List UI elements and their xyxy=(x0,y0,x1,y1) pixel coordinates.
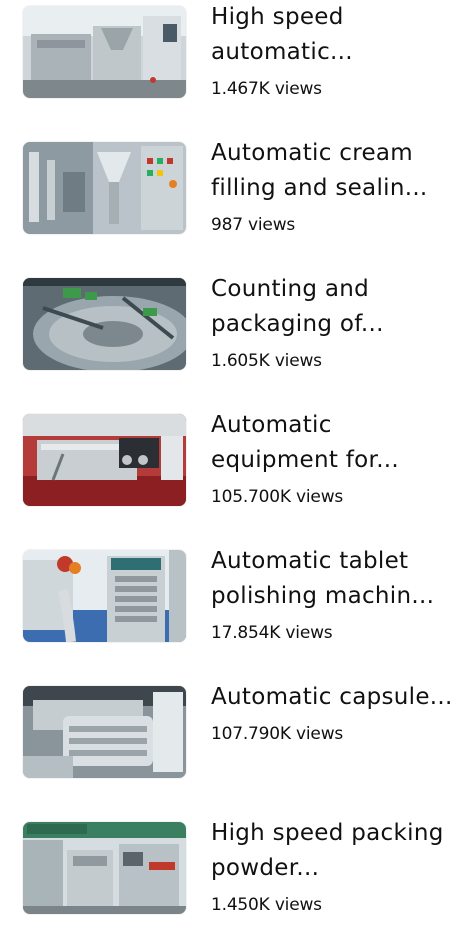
video-info-1: High speed automatic... 1.467K views xyxy=(211,0,457,100)
view-count-5: 17.854K views xyxy=(211,623,333,643)
video-info-7: High speed packing powder... 1.450K view… xyxy=(211,816,457,916)
video-item-2[interactable]: Automatic cream filling and sealin... 98… xyxy=(0,136,463,256)
video-list: High speed automatic... 1.467K views Aut… xyxy=(0,0,463,925)
video-item-6[interactable]: Automatic capsule... 107.790K views xyxy=(0,680,463,800)
video-title-5[interactable]: Automatic tablet polishing machin... xyxy=(211,544,457,614)
video-title-7[interactable]: High speed packing powder... xyxy=(211,816,457,886)
video-title-4[interactable]: Automatic equipment for... xyxy=(211,408,457,478)
video-item-4[interactable]: Automatic equipment for... 105.700K view… xyxy=(0,408,463,528)
video-info-5: Automatic tablet polishing machin... 17.… xyxy=(211,544,457,644)
video-item-1[interactable]: High speed automatic... 1.467K views xyxy=(0,0,463,120)
video-thumbnail-5[interactable] xyxy=(23,550,186,642)
video-title-3[interactable]: Counting and packaging of... xyxy=(211,272,457,342)
view-count-7: 1.450K views xyxy=(211,895,322,915)
video-thumbnail-1[interactable] xyxy=(23,6,186,98)
video-thumbnail-7[interactable] xyxy=(23,822,186,914)
view-count-2: 987 views xyxy=(211,215,296,235)
video-title-6[interactable]: Automatic capsule... xyxy=(211,680,457,715)
video-info-4: Automatic equipment for... 105.700K view… xyxy=(211,408,457,508)
video-info-2: Automatic cream filling and sealin... 98… xyxy=(211,136,457,236)
video-thumbnail-6[interactable] xyxy=(23,686,186,778)
video-thumbnail-3[interactable] xyxy=(23,278,186,370)
video-info-6: Automatic capsule... 107.790K views xyxy=(211,680,457,745)
view-count-3: 1.605K views xyxy=(211,351,322,371)
video-thumbnail-4[interactable] xyxy=(23,414,186,506)
view-count-6: 107.790K views xyxy=(211,724,344,744)
video-title-1[interactable]: High speed automatic... xyxy=(211,0,457,70)
view-count-4: 105.700K views xyxy=(211,487,344,507)
video-item-5[interactable]: Automatic tablet polishing machin... 17.… xyxy=(0,544,463,664)
video-title-2[interactable]: Automatic cream filling and sealin... xyxy=(211,136,457,206)
video-thumbnail-2[interactable] xyxy=(23,142,186,234)
video-info-3: Counting and packaging of... 1.605K view… xyxy=(211,272,457,372)
video-item-3[interactable]: Counting and packaging of... 1.605K view… xyxy=(0,272,463,392)
view-count-1: 1.467K views xyxy=(211,79,322,99)
video-item-7[interactable]: High speed packing powder... 1.450K view… xyxy=(0,816,463,936)
